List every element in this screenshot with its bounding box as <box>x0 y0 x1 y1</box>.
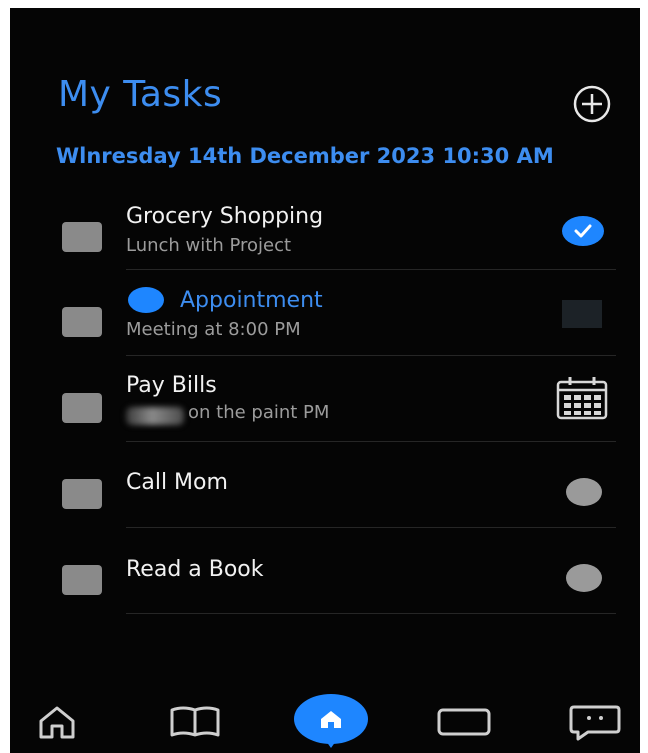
task-title: Read a Book <box>126 557 264 582</box>
app-screen: My Tasks Wlnresday 14th December 2023 10… <box>10 8 640 753</box>
divider <box>126 269 616 270</box>
bottom-navigation <box>10 684 640 753</box>
nav-home-tab[interactable] <box>36 704 78 744</box>
task-checkbox[interactable] <box>62 393 102 423</box>
task-checkbox[interactable] <box>62 307 102 337</box>
divider <box>126 355 616 356</box>
task-row[interactable]: Appointment Meeting at 8:00 PM <box>10 282 640 367</box>
task-subtitle: Lunch with Project <box>126 235 292 256</box>
task-row[interactable]: Pay Bills on the paint PM <box>10 368 640 453</box>
card-icon <box>437 708 491 736</box>
calendar-icon[interactable] <box>553 374 611 422</box>
nav-chat-tab[interactable] <box>568 703 622 745</box>
dark-square-icon[interactable] <box>562 300 602 328</box>
divider <box>126 527 616 528</box>
page-title: My Tasks <box>58 74 223 115</box>
task-subtitle: on the paint PM <box>188 402 330 423</box>
home-icon <box>294 694 368 748</box>
gray-dot-icon[interactable] <box>566 478 602 506</box>
home-outline-icon <box>39 706 75 739</box>
divider <box>126 441 616 442</box>
task-row[interactable]: Call Mom <box>10 454 640 539</box>
book-icon <box>170 706 220 737</box>
task-title: Appointment <box>180 288 323 313</box>
gray-dot-icon[interactable] <box>566 564 602 592</box>
redacted-text <box>126 407 184 425</box>
current-datetime: Wlnresday 14th December 2023 10:30 AM <box>56 144 554 168</box>
task-title: Grocery Shopping <box>126 204 324 229</box>
blue-dot-icon <box>128 287 164 313</box>
plus-circle-icon <box>573 85 611 123</box>
task-row[interactable]: Read a Book <box>10 540 640 625</box>
chat-icon <box>569 705 621 741</box>
task-checkbox[interactable] <box>62 479 102 509</box>
task-row[interactable]: Grocery Shopping Lunch with Project <box>10 196 640 281</box>
task-subtitle: Meeting at 8:00 PM <box>126 319 301 340</box>
nav-card-tab[interactable] <box>435 707 493 741</box>
task-checkbox[interactable] <box>62 565 102 595</box>
task-title: Pay Bills <box>126 373 217 398</box>
divider <box>126 613 616 614</box>
nav-home-active-tab[interactable] <box>293 693 369 749</box>
nav-book-tab[interactable] <box>168 704 222 744</box>
task-title: Call Mom <box>126 470 228 495</box>
add-task-button[interactable] <box>570 82 614 126</box>
checked-circle-icon[interactable] <box>562 216 604 246</box>
task-checkbox[interactable] <box>62 222 102 252</box>
